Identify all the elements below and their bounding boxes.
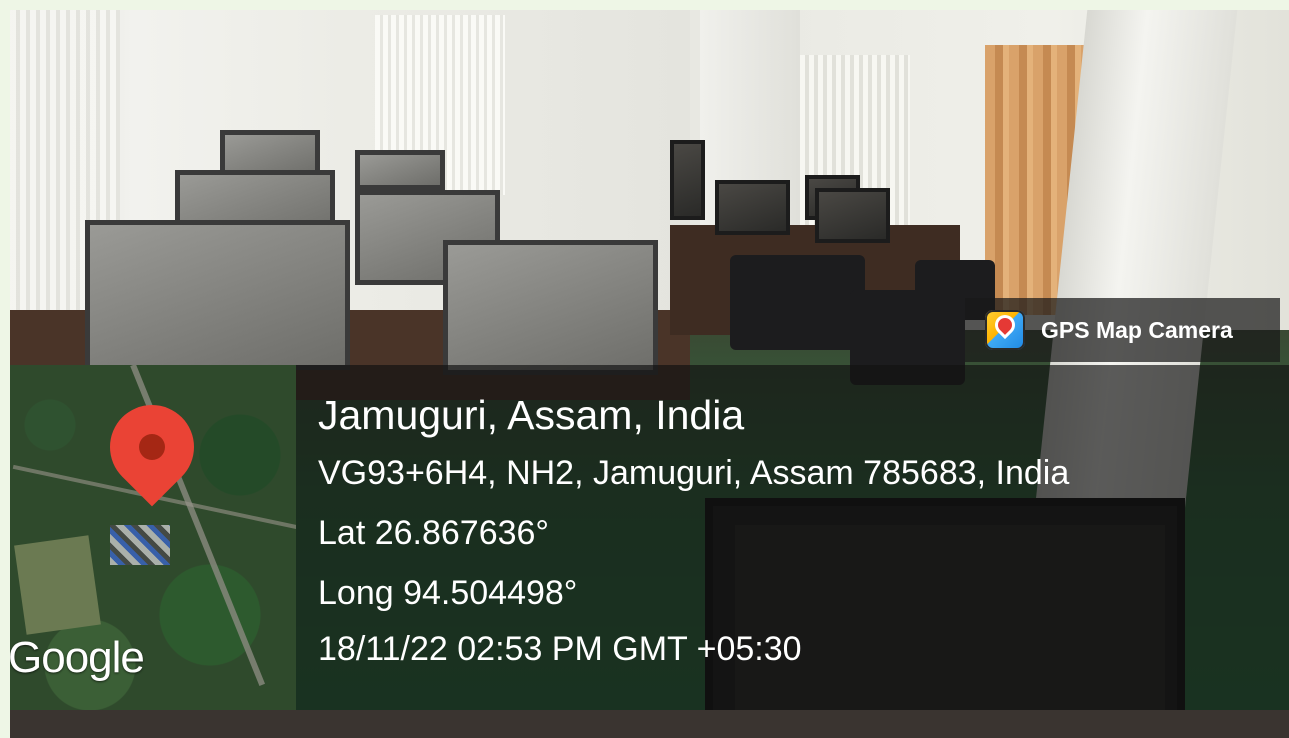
gps-map-camera-app-icon [985, 310, 1025, 350]
monitor-9 [815, 188, 890, 243]
pc-tower [670, 140, 705, 220]
longitude: Long 94.504498° [318, 574, 578, 612]
map-buildings [110, 525, 170, 565]
app-badge: GPS Map Camera [965, 298, 1280, 362]
monitor-7 [715, 180, 790, 235]
latitude: Lat 26.867636° [318, 514, 550, 552]
monitor-back-2 [355, 150, 445, 190]
monitor-6 [443, 240, 658, 375]
office-chair-1 [730, 255, 865, 350]
timestamp: 18/11/22 02:53 PM GMT +05:30 [318, 630, 802, 668]
app-name: GPS Map Camera [1041, 316, 1233, 343]
map-thumbnail: Google [10, 365, 296, 710]
map-attribution: Google [10, 633, 145, 682]
map-pin-dot [139, 434, 165, 460]
location-title: Jamuguri, Assam, India [318, 392, 745, 438]
location-address: VG93+6H4, NH2, Jamuguri, Assam 785683, I… [318, 454, 1070, 492]
map-field [14, 535, 101, 635]
monitor-5 [85, 220, 350, 370]
desk-edge-bottom [10, 710, 1289, 738]
